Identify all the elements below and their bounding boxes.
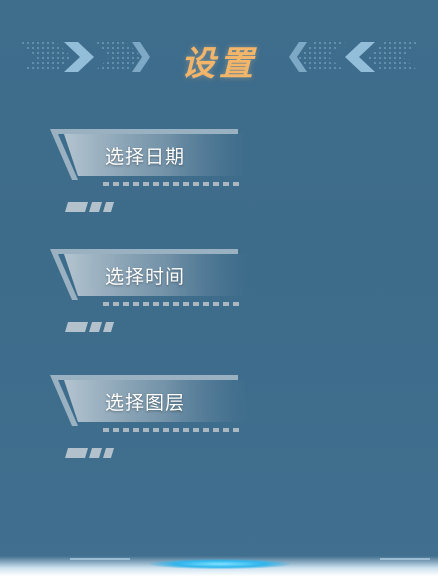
menu-item-select-layer[interactable]: 选择图层: [48, 372, 298, 462]
menu-item-select-time[interactable]: 选择时间: [48, 246, 298, 336]
settings-panel: 设置 选择日期 选择时间 选择图层: [0, 0, 438, 576]
tab-frame-icon: [50, 129, 248, 212]
menu-item-label: 选择时间: [105, 266, 186, 288]
tab-frame-icon: [50, 249, 248, 332]
bottom-divider: [70, 558, 130, 560]
tab-frame-icon: [50, 375, 248, 458]
menu-item-label: 选择图层: [105, 392, 186, 414]
chevron-arrows-left-icon: [289, 42, 419, 72]
bottom-divider: [380, 558, 430, 560]
bottom-glow: [150, 559, 290, 569]
menu-item-select-date[interactable]: 选择日期: [48, 126, 298, 216]
menu-item-label: 选择日期: [105, 146, 186, 168]
